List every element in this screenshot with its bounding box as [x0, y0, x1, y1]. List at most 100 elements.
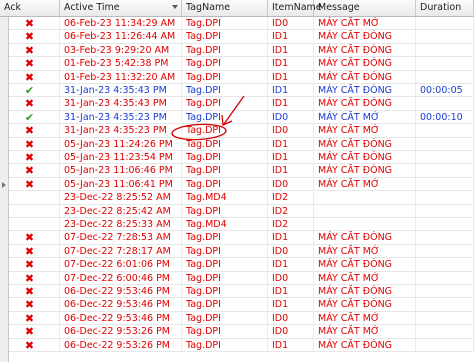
- table-row[interactable]: ✖ 06-Dec-22 9:53:46 PM Tag.DPI ID1 MÁY CẮT Đ…: [0, 285, 474, 299]
- table-row[interactable]: ✖ 05-Jan-23 11:24:26 PM Tag.DPI ID1 MÁY CẮT …: [0, 137, 474, 151]
- tagname-cell: Tag.DPI: [182, 151, 268, 165]
- ack-cell: ✖: [0, 43, 60, 58]
- ack-cell: ✖: [0, 338, 60, 352]
- table-row[interactable]: ✖ 06-Feb-23 11:34:29 AM Tag.DPI ID0 MÁY CẮT …: [0, 17, 474, 31]
- table-row[interactable]: ✖ 05-Jan-23 11:23:54 PM Tag.DPI ID1 MÁY CẮT …: [0, 151, 474, 165]
- tagname-cell: Tag.DPI: [182, 57, 268, 71]
- close-icon[interactable]: ✖: [25, 245, 34, 258]
- table-row[interactable]: ✔ 31-Jan-23 4:35:43 PM Tag.DPI ID1 MÁY CẮT Đ…: [0, 84, 474, 98]
- table-row[interactable]: ✖ 07-Dec-22 7:28:53 AM Tag.DPI ID1 MÁY CẮT Đ…: [0, 231, 474, 245]
- itemname-cell: ID1: [268, 97, 314, 111]
- table-row[interactable]: 23-Dec-22 8:25:42 AM Tag.DPI ID2: [0, 204, 474, 218]
- table-row[interactable]: 23-Dec-22 8:25:33 AM Tag.MD4 ID2: [0, 218, 474, 232]
- tagname-cell: Tag.DPI: [182, 137, 268, 151]
- active-time-cell: 01-Feb-23 11:32:20 AM: [60, 70, 182, 84]
- duration-cell: [416, 298, 474, 312]
- message-cell: MÁY CẮT ĐÓNG: [314, 137, 416, 151]
- itemname-cell: ID1: [268, 164, 314, 178]
- table-row[interactable]: ✖ 31-Jan-23 4:35:23 PM Tag.DPI ID0 MÁY CẮT M…: [0, 124, 474, 138]
- table-row[interactable]: 23-Dec-22 8:25:52 AM Tag.MD4 ID2: [0, 191, 474, 205]
- duration-cell: [416, 70, 474, 84]
- close-icon[interactable]: ✖: [25, 97, 34, 110]
- column-header-ack[interactable]: Ack: [0, 0, 60, 16]
- close-icon[interactable]: ✖: [25, 258, 34, 271]
- column-header-duration[interactable]: Duration: [416, 0, 474, 16]
- table-row[interactable]: ✖ 05-Jan-23 11:06:46 PM Tag.DPI ID1 MÁY CẮT …: [0, 164, 474, 178]
- close-icon[interactable]: ✖: [25, 178, 34, 191]
- close-icon[interactable]: ✖: [25, 231, 34, 244]
- itemname-cell: ID1: [268, 231, 314, 245]
- table-row[interactable]: ✖ 06-Dec-22 9:53:26 PM Tag.DPI ID1 MÁY CẮT Đ…: [0, 338, 474, 352]
- message-cell: MÁY CẮT ĐÓNG: [314, 338, 416, 352]
- table-row[interactable]: ✖ 03-Feb-23 9:29:20 AM Tag.DPI ID1 MÁY CẮT Đ…: [0, 43, 474, 58]
- active-time-cell: 31-Jan-23 4:35:43 PM: [60, 84, 182, 98]
- close-icon[interactable]: ✖: [25, 57, 34, 70]
- table-row[interactable]: ✖ 06-Dec-22 9:53:26 PM Tag.DPI ID0 MÁY CẮT M…: [0, 325, 474, 339]
- table-row[interactable]: ✖ 01-Feb-23 5:42:38 PM Tag.DPI ID1 MÁY CẮT Đ…: [0, 57, 474, 71]
- table-row[interactable]: ✖ 06-Dec-22 9:53:46 PM Tag.DPI ID0 MÁY CẮT M…: [0, 311, 474, 326]
- table-row[interactable]: ✖ 05-Jan-23 11:06:41 PM Tag.DPI ID0 MÁY CẮT …: [0, 177, 474, 192]
- current-row-indicator-icon: [2, 182, 6, 188]
- table-row[interactable]: ✖ 06-Feb-23 11:26:44 AM Tag.DPI ID1 MÁY CẮT …: [0, 30, 474, 44]
- itemname-cell: ID1: [268, 84, 314, 98]
- ack-cell: ✖: [0, 325, 60, 339]
- duration-cell: [416, 271, 474, 285]
- table-row[interactable]: ✔ 31-Jan-23 4:35:23 PM Tag.DPI ID0 MÁY CẮT M…: [0, 110, 474, 125]
- close-icon[interactable]: ✖: [25, 17, 34, 30]
- ack-cell: ✖: [0, 17, 60, 31]
- close-icon[interactable]: ✖: [25, 30, 34, 43]
- close-icon[interactable]: ✖: [25, 285, 34, 298]
- alarm-grid: Ack Active Time TagName ItemName Message…: [0, 0, 474, 362]
- active-time-cell: 06-Dec-22 9:53:26 PM: [60, 325, 182, 339]
- duration-cell: [416, 218, 474, 232]
- close-icon[interactable]: ✖: [25, 71, 34, 84]
- tagname-cell: Tag.DPI: [182, 164, 268, 178]
- checkmark-icon: ✔: [24, 84, 35, 97]
- message-cell: MÁY CẮT MỞ: [314, 110, 416, 125]
- itemname-cell: ID1: [268, 258, 314, 272]
- itemname-cell: ID0: [268, 177, 314, 192]
- close-icon[interactable]: ✖: [25, 151, 34, 164]
- itemname-cell: ID0: [268, 17, 314, 31]
- duration-cell: [416, 177, 474, 192]
- table-row[interactable]: ✖ 01-Feb-23 11:32:20 AM Tag.DPI ID1 MÁY CẮT …: [0, 70, 474, 84]
- tagname-cell: Tag.DPI: [182, 325, 268, 339]
- itemname-cell: ID1: [268, 30, 314, 44]
- table-row[interactable]: ✖ 07-Dec-22 7:28:17 AM Tag.DPI ID0 MÁY CẮT M…: [0, 244, 474, 259]
- close-icon[interactable]: ✖: [25, 124, 34, 137]
- message-cell: MÁY CẮT MỞ: [314, 244, 416, 259]
- table-row[interactable]: ✖ 06-Dec-22 9:53:46 PM Tag.DPI ID1 MÁY CẮT Đ…: [0, 298, 474, 312]
- close-icon[interactable]: ✖: [25, 138, 34, 151]
- close-icon[interactable]: ✖: [25, 339, 34, 352]
- close-icon[interactable]: ✖: [25, 44, 34, 57]
- ack-cell: [0, 191, 60, 205]
- duration-cell: [416, 258, 474, 272]
- close-icon[interactable]: ✖: [25, 312, 34, 325]
- duration-cell: [416, 244, 474, 259]
- close-icon[interactable]: ✖: [25, 298, 34, 311]
- active-time-cell: 07-Dec-22 7:28:53 AM: [60, 231, 182, 245]
- column-header-itemname[interactable]: ItemName: [268, 0, 322, 16]
- row-selector-column[interactable]: [0, 17, 9, 362]
- column-header-message[interactable]: Message: [314, 0, 416, 16]
- tagname-cell: Tag.DPI: [182, 17, 268, 31]
- message-cell: MÁY CẮT ĐÓNG: [314, 30, 416, 44]
- table-row[interactable]: ✖ 07-Dec-22 6:00:46 PM Tag.DPI ID0 MÁY CẮT M…: [0, 271, 474, 285]
- close-icon[interactable]: ✖: [25, 272, 34, 285]
- column-header-active-time[interactable]: Active Time: [60, 0, 182, 16]
- close-icon[interactable]: ✖: [25, 325, 34, 338]
- message-cell: MÁY CẮT ĐÓNG: [314, 84, 416, 98]
- message-cell: MÁY CẮT MỞ: [314, 325, 416, 339]
- tagname-cell: Tag.DPI: [182, 204, 268, 218]
- tagname-cell: Tag.DPI: [182, 271, 268, 285]
- tagname-cell: Tag.DPI: [182, 110, 268, 125]
- message-cell: MÁY CẮT ĐÓNG: [314, 57, 416, 71]
- table-row[interactable]: ✖ 31-Jan-23 4:35:43 PM Tag.DPI ID1 MÁY CẮT Đ…: [0, 97, 474, 111]
- ack-cell: ✖: [0, 164, 60, 178]
- close-icon[interactable]: ✖: [25, 164, 34, 177]
- column-header-tagname[interactable]: TagName: [182, 0, 268, 16]
- ack-cell: ✖: [0, 285, 60, 299]
- message-cell: [314, 204, 416, 218]
- itemname-cell: ID0: [268, 110, 314, 125]
- table-row[interactable]: ✖ 07-Dec-22 6:01:06 PM Tag.DPI ID1 MÁY CẮT Đ…: [0, 258, 474, 272]
